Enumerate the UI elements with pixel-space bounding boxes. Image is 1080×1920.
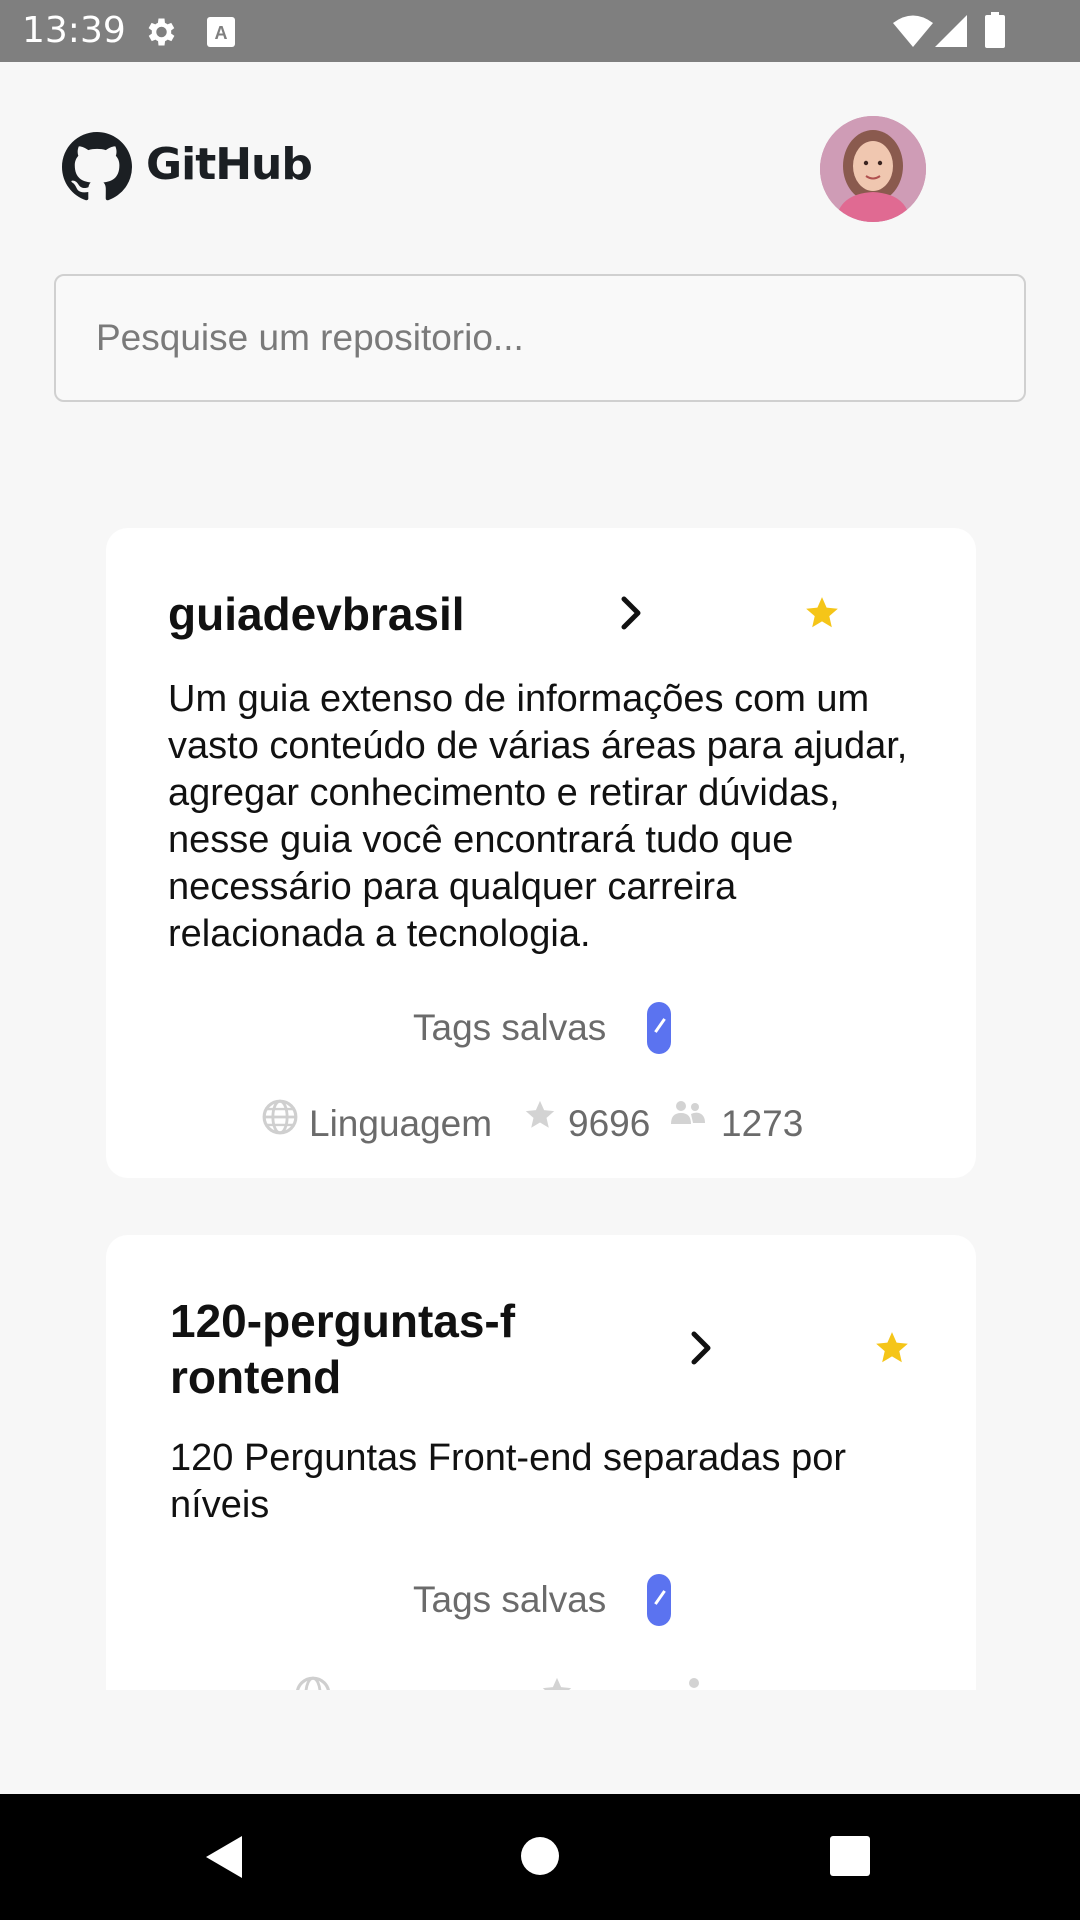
home-icon[interactable] (520, 1836, 560, 1876)
forks-count: 1273 (721, 1103, 804, 1144)
battery-icon (985, 12, 1005, 48)
favorite-star-icon[interactable] (803, 594, 841, 632)
search-input[interactable] (54, 274, 1026, 402)
svg-text:A: A (215, 23, 228, 43)
forks-icon (671, 1101, 705, 1124)
repo-stats (294, 1675, 854, 1690)
repo-description: 120 Perguntas Front-end separadas por ní… (170, 1437, 846, 1526)
stars-count: 9696 (568, 1103, 651, 1144)
chevron-right-icon[interactable] (618, 596, 646, 630)
chevron-right-icon[interactable] (688, 1331, 716, 1365)
repo-card[interactable]: 120-perguntas-f rontend 120 Perguntas Fr… (106, 1235, 976, 1690)
avatar-portrait-icon (820, 116, 926, 222)
star-count-icon (525, 1100, 555, 1128)
status-time: 13:39 (22, 10, 126, 51)
repo-stats: Linguagem 9696 1273 (261, 1098, 821, 1148)
repo-list[interactable]: guiadevbrasil Um guia extenso de informa… (0, 420, 1080, 1690)
navigation-bar (0, 1794, 1080, 1920)
a-icon: A (207, 17, 235, 47)
repo-name-line: rontend (170, 1351, 342, 1403)
wifi-icon (893, 15, 933, 47)
globe-icon (296, 1676, 330, 1690)
repo-card[interactable]: guiadevbrasil Um guia extenso de informa… (106, 528, 976, 1178)
tags-label: Tags salvas (413, 1007, 607, 1048)
recents-icon[interactable] (830, 1836, 870, 1876)
tag-pill[interactable] (647, 1574, 671, 1626)
repo-description: Um guia extenso de informações com um va… (168, 678, 908, 955)
repo-name: 120-perguntas-f rontend (170, 1293, 550, 1405)
forks-icon (689, 1678, 699, 1688)
globe-icon (262, 1099, 298, 1135)
star-count-icon (542, 1677, 572, 1690)
repo-name: guiadevbrasil (168, 588, 465, 640)
status-bar: 13:39 A (0, 0, 1080, 62)
tag-pill[interactable] (647, 1002, 671, 1054)
avatar[interactable] (820, 116, 926, 222)
repo-name-line: 120-perguntas-f (170, 1295, 516, 1347)
github-wordmark: GitHub (146, 139, 313, 190)
tags-label: Tags salvas (413, 1579, 607, 1620)
language-label: Linguagem (309, 1103, 493, 1144)
github-logo-icon (62, 132, 132, 201)
favorite-star-icon[interactable] (873, 1329, 911, 1367)
signal-icon (935, 15, 967, 47)
gear-icon (148, 18, 175, 46)
back-icon[interactable] (204, 1834, 244, 1880)
